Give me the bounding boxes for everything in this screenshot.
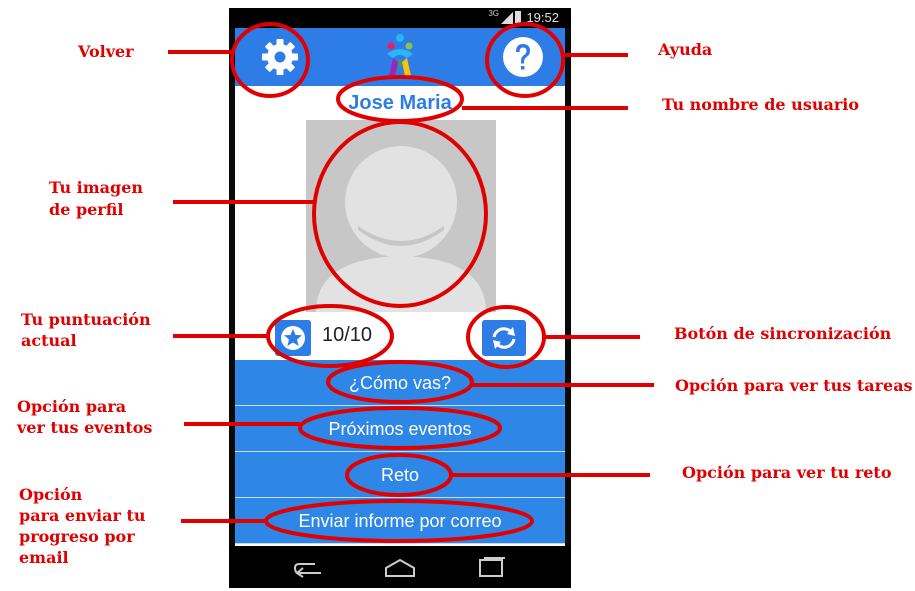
label-puntuacion-1: Tu puntuación xyxy=(21,310,151,329)
app-screen: Jose Maria 10/10 ¿Cómo vas? Próximos eve… xyxy=(235,28,565,546)
app-logo xyxy=(387,34,413,76)
label-imagen-1: Tu imagen xyxy=(49,178,144,197)
signal-icon xyxy=(501,12,513,24)
battery-icon xyxy=(515,11,521,23)
profile-image[interactable] xyxy=(306,120,496,312)
label-email-1: Opción xyxy=(19,485,83,504)
label-volver: Volver xyxy=(78,42,134,61)
sync-icon[interactable] xyxy=(482,320,526,356)
label-eventos-2: ver tus eventos xyxy=(17,418,153,437)
label-puntuacion-2: actual xyxy=(21,331,77,350)
label-email-4: email xyxy=(19,548,69,567)
label-nombre: Tu nombre de usuario xyxy=(662,95,859,114)
username: Jose Maria xyxy=(348,92,452,114)
app-bar xyxy=(235,28,565,86)
label-email-3: progreso por xyxy=(19,527,135,546)
menu-item-reto[interactable]: Reto xyxy=(235,452,565,498)
menu-item-enviar-informe[interactable]: Enviar informe por correo xyxy=(235,498,565,544)
score-value: 10/10 xyxy=(322,324,373,346)
back-icon[interactable] xyxy=(291,556,327,578)
label-eventos-1: Opción para xyxy=(17,397,127,416)
menu-item-como-vas[interactable]: ¿Cómo vas? xyxy=(235,360,565,406)
clock: 19:52 xyxy=(526,10,559,25)
android-nav-bar xyxy=(229,546,571,588)
score-row: 10/10 xyxy=(235,316,565,360)
label-ayuda: Ayuda xyxy=(658,40,713,59)
home-icon[interactable] xyxy=(382,556,418,578)
label-tareas: Opción para ver tus tareas xyxy=(675,376,913,395)
menu-item-proximos-eventos[interactable]: Próximos eventos xyxy=(235,406,565,452)
gear-icon[interactable] xyxy=(257,34,303,80)
avatar-placeholder-icon xyxy=(306,120,496,312)
label-sincronizacion: Botón de sincronización xyxy=(674,324,892,343)
label-email-2: para enviar tu xyxy=(19,506,146,525)
help-icon[interactable] xyxy=(500,34,546,80)
network-type: 3G xyxy=(488,9,499,18)
phone-frame: 3G 19:52 Jose Maria 10/10 ¿Cómo vas? Pró… xyxy=(229,8,571,588)
status-bar: 3G 19:52 xyxy=(229,8,571,28)
label-reto: Opción para ver tu reto xyxy=(682,463,892,482)
label-imagen-2: de perfil xyxy=(49,200,124,219)
recents-icon[interactable] xyxy=(474,556,510,578)
star-icon[interactable] xyxy=(275,320,311,356)
